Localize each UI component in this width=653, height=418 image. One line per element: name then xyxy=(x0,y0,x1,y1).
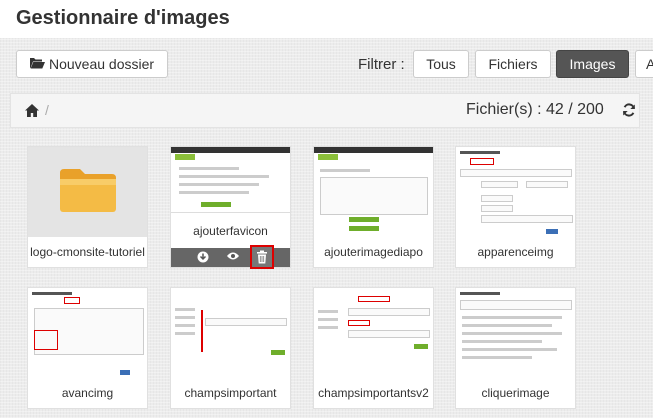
download-icon[interactable] xyxy=(193,248,213,267)
refresh-icon[interactable] xyxy=(622,103,636,122)
thumbnail xyxy=(28,147,147,237)
filter-label: Filtrer : xyxy=(358,56,405,73)
thumbnail xyxy=(171,288,290,378)
file-count: Fichier(s) : 42 / 200 xyxy=(466,101,604,118)
image-tile[interactable]: champsimportantsv2 xyxy=(313,287,434,409)
image-tile[interactable]: ajouterimagediapo xyxy=(313,146,434,268)
new-folder-button[interactable]: Nouveau dossier xyxy=(16,50,168,78)
image-name: champsimportant xyxy=(171,378,290,408)
image-tile[interactable]: cliquerimage xyxy=(455,287,576,409)
image-name: avancimg xyxy=(28,378,147,408)
trash-icon[interactable] xyxy=(250,245,274,269)
image-name: apparenceimg xyxy=(456,237,575,267)
thumbnail xyxy=(314,147,433,237)
new-folder-label: Nouveau dossier xyxy=(49,56,155,72)
folder-icon xyxy=(58,167,118,218)
image-name: cliquerimage xyxy=(456,378,575,408)
image-tile[interactable]: avancimg xyxy=(27,287,148,409)
thumbnail xyxy=(28,288,147,378)
tile-actions xyxy=(171,245,290,269)
image-name: ajouterfavicon xyxy=(171,212,290,249)
folder-open-icon xyxy=(29,51,45,77)
page-title: Gestionnaire d'images xyxy=(16,7,230,29)
filter-files-button[interactable]: Fichiers xyxy=(475,50,551,78)
image-tile-hovered[interactable]: ajouterfavicon xyxy=(170,146,291,269)
image-tile[interactable]: champsimportant xyxy=(170,287,291,409)
image-name: champsimportantsv2 xyxy=(314,378,433,408)
image-name: ajouterimagediapo xyxy=(314,237,433,267)
filter-all-button[interactable]: Tous xyxy=(413,50,469,78)
filter-audio-button[interactable]: A xyxy=(635,50,653,78)
image-name: logo-cmonsite-tutoriel xyxy=(28,237,147,267)
image-tile[interactable]: logo-cmonsite-tutoriel xyxy=(27,146,148,268)
breadcrumb-bar: / Fichier(s) : 42 / 200 xyxy=(10,93,640,128)
home-icon[interactable] xyxy=(25,104,39,122)
eye-icon[interactable] xyxy=(223,248,243,267)
image-tile[interactable]: apparenceimg xyxy=(455,146,576,268)
breadcrumb-separator: / xyxy=(45,102,49,118)
thumbnail xyxy=(314,288,433,378)
thumbnail xyxy=(456,288,575,378)
thumbnail xyxy=(456,147,575,237)
page-header: Gestionnaire d'images xyxy=(0,0,653,38)
filter-images-button[interactable]: Images xyxy=(556,50,629,78)
